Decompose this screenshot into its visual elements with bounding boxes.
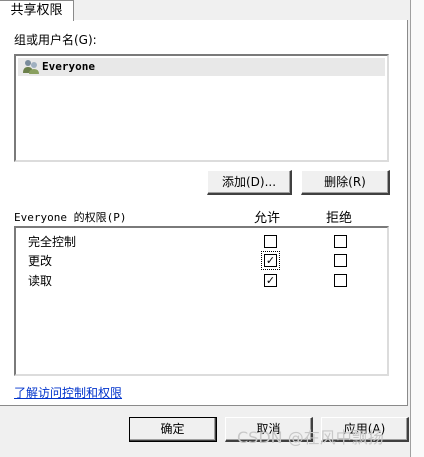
tab-pane: 组或用户名(G): Everyone 添加(D)... 删除(R) Everyo… <box>0 20 408 406</box>
permission-label: 完全控制 <box>28 235 77 249</box>
ok-button[interactable]: 确定 <box>129 417 217 442</box>
allow-column-header: 允许 <box>254 211 281 226</box>
read-deny-checkbox[interactable] <box>334 274 347 287</box>
deny-column-header: 拒绝 <box>326 211 353 226</box>
permissions-header: Everyone 的权限(P) <box>14 211 127 224</box>
list-item[interactable]: Everyone <box>18 58 385 76</box>
permission-label: 读取 <box>28 274 53 288</box>
users-group-icon <box>22 59 40 75</box>
read-allow-checkbox[interactable]: ✓ <box>264 274 277 287</box>
share-permissions-dialog: 共享权限 组或用户名(G): Everyone 添加(D)... 删除(R) E… <box>0 0 424 457</box>
group-user-listbox[interactable]: Everyone <box>14 54 389 162</box>
watermark: CSDN @在风中飘扬 <box>237 428 384 447</box>
tab-share-permissions[interactable]: 共享权限 <box>0 0 74 21</box>
remove-button[interactable]: 删除(R) <box>301 170 390 195</box>
change-allow-checkbox[interactable]: ✓ <box>261 251 280 270</box>
permission-label: 更改 <box>28 254 53 268</box>
add-button[interactable]: 添加(D)... <box>207 170 292 195</box>
full-control-deny-checkbox[interactable] <box>334 235 347 248</box>
user-name: Everyone <box>42 60 95 73</box>
permissions-list: 完全控制 更改 读取 ✓ ✓ <box>14 226 389 376</box>
group-or-user-label: 组或用户名(G): <box>14 33 97 47</box>
background-window-edge <box>410 0 424 457</box>
access-control-help-link[interactable]: 了解访问控制和权限 <box>14 384 122 401</box>
full-control-allow-checkbox[interactable] <box>264 235 277 248</box>
change-deny-checkbox[interactable] <box>334 254 347 267</box>
